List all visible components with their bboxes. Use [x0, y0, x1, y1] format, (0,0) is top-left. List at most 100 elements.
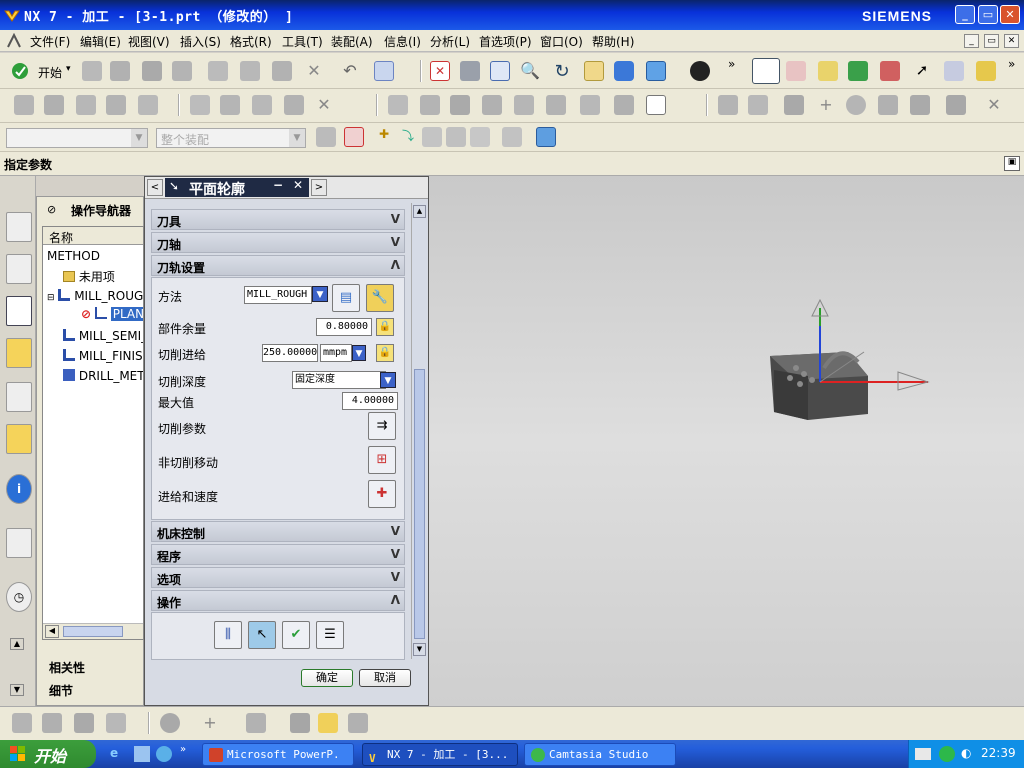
intersection-icon[interactable]: [446, 127, 466, 147]
stock-icon[interactable]: [318, 713, 338, 733]
chevron-down-icon[interactable]: ▼: [380, 372, 396, 388]
filter-icon[interactable]: [316, 127, 336, 147]
ok-button[interactable]: 确定: [301, 669, 353, 687]
fixture-icon[interactable]: [482, 95, 502, 115]
add-icon[interactable]: +: [200, 713, 220, 733]
lock-icon[interactable]: 🔒: [376, 344, 394, 362]
graphics-viewport[interactable]: [428, 176, 1024, 706]
collapse-icon[interactable]: ⊟: [47, 293, 55, 303]
pan-icon[interactable]: [584, 61, 604, 81]
generate-button[interactable]: ⫼: [214, 621, 242, 649]
back-icon[interactable]: <: [147, 179, 163, 196]
body-icon[interactable]: [784, 95, 804, 115]
method-select[interactable]: MILL_ROUGH: [244, 286, 312, 304]
shading-icon[interactable]: [690, 61, 710, 81]
wrench-icon[interactable]: 🔧: [366, 284, 394, 312]
verify-path-icon[interactable]: [284, 95, 304, 115]
start-button[interactable]: 开始: [38, 64, 62, 81]
block-icon[interactable]: [348, 713, 368, 733]
more-chevron-icon[interactable]: »: [728, 57, 735, 71]
menu-tools[interactable]: 工具(T): [282, 33, 323, 50]
section-tool[interactable]: 刀具 ᐯ: [151, 209, 405, 230]
postprocess-icon[interactable]: [388, 95, 408, 115]
transform-icon[interactable]: [878, 95, 898, 115]
constraint-navigator-tab[interactable]: [6, 254, 32, 284]
network-icon[interactable]: [939, 746, 955, 762]
more-chevron-icon[interactable]: »: [1008, 57, 1015, 71]
scroll-down-icon[interactable]: ▼: [10, 684, 24, 696]
lock-icon[interactable]: 🔒: [376, 318, 394, 336]
delete-path-icon[interactable]: ✕: [314, 95, 334, 115]
task-nx[interactable]: V NX 7 - 加工 - [3...: [362, 743, 518, 766]
section-path-settings[interactable]: 刀轨设置 ᐱ: [151, 255, 405, 276]
history-clock-icon[interactable]: ◷: [6, 582, 32, 612]
menu-view[interactable]: 视图(V): [128, 33, 170, 50]
keyboard-icon[interactable]: [915, 748, 931, 760]
list-item[interactable]: MILL_SEMI_FINISH: [63, 329, 143, 343]
flag-icon[interactable]: [580, 95, 600, 115]
list-path-icon[interactable]: [252, 95, 272, 115]
arc-center-icon[interactable]: [470, 127, 490, 147]
scroll-up-icon[interactable]: ▲: [10, 638, 24, 650]
section-program[interactable]: 程序 ᐯ: [151, 544, 405, 565]
replay-path-icon[interactable]: [220, 95, 240, 115]
selection-filter-icon[interactable]: [374, 61, 394, 81]
noncut-moves-button[interactable]: ⊞: [368, 446, 396, 474]
list-item[interactable]: DRILL_METHOD: [63, 369, 143, 383]
stock-input[interactable]: 0.80000: [316, 318, 372, 336]
section-tool-axis[interactable]: 刀轴 ᐯ: [151, 232, 405, 253]
measure-icon[interactable]: [818, 61, 838, 81]
add-icon[interactable]: +: [816, 95, 836, 115]
list-item[interactable]: 未用项: [63, 268, 115, 285]
wcs-icon[interactable]: [752, 58, 780, 84]
scroll-left-icon[interactable]: ◀: [45, 625, 59, 638]
select-icon[interactable]: [944, 61, 964, 81]
feeds-speeds-button[interactable]: ✚: [368, 480, 396, 508]
edge-icon[interactable]: [12, 713, 32, 733]
close-dialog-button[interactable]: ✕: [289, 178, 307, 197]
scroll-up-icon[interactable]: ▲: [413, 205, 426, 218]
replay-button[interactable]: ↖: [248, 621, 276, 649]
render-icon[interactable]: [614, 61, 634, 81]
layer-icon[interactable]: [976, 61, 996, 81]
copy-icon[interactable]: [240, 61, 260, 81]
print-icon[interactable]: [172, 61, 192, 81]
zoom-icon[interactable]: [490, 61, 510, 81]
max-input[interactable]: 4.00000: [342, 392, 398, 410]
cut-params-button[interactable]: ⇉: [368, 412, 396, 440]
maximize-icon[interactable]: ▣: [1004, 156, 1020, 171]
filter-select[interactable]: ▼: [6, 128, 148, 148]
section-machine-control[interactable]: 机床控制 ᐯ: [151, 521, 405, 542]
search-icon[interactable]: [846, 95, 866, 115]
section-options[interactable]: 选项 ᐯ: [151, 567, 405, 588]
cut-icon[interactable]: [208, 61, 228, 81]
fit-view-icon[interactable]: ✕: [430, 61, 450, 81]
doc-close-button[interactable]: ✕: [1004, 34, 1019, 48]
menu-analysis[interactable]: 分析(L): [430, 33, 470, 50]
chevron-down-icon[interactable]: ▼: [312, 286, 328, 302]
create-method-icon[interactable]: [106, 95, 126, 115]
close-button[interactable]: ✕: [1000, 5, 1020, 24]
list-item-selected[interactable]: ⊘ PLANAR_PROFILE: [81, 307, 143, 321]
assembly-navigator-tab[interactable]: [6, 212, 32, 242]
doc-minimize-button[interactable]: _: [964, 34, 979, 48]
scroll-thumb[interactable]: [414, 369, 425, 639]
menu-preferences[interactable]: 首选项(P): [479, 33, 532, 50]
operation-navigator-tab[interactable]: [6, 296, 32, 326]
create-tool-icon[interactable]: [44, 95, 64, 115]
feed-input[interactable]: 250.00000: [262, 344, 318, 362]
menu-assembly[interactable]: 装配(A): [331, 33, 373, 50]
grid-icon[interactable]: [106, 713, 126, 733]
depth-select[interactable]: 固定深度: [292, 371, 386, 389]
midpoint-icon[interactable]: ⤵: [398, 127, 418, 147]
edge-icon[interactable]: [718, 95, 738, 115]
chevron-down-icon[interactable]: ▾: [66, 64, 71, 74]
shop-doc-icon[interactable]: [420, 95, 440, 115]
ie-icon[interactable]: e: [110, 746, 126, 762]
gear-icon[interactable]: [160, 713, 180, 733]
hd3d-tools-tab[interactable]: [6, 424, 32, 454]
assembly-select[interactable]: 整个装配 ▼: [156, 128, 306, 148]
section-details[interactable]: 细节: [49, 682, 73, 699]
new-file-icon[interactable]: [82, 61, 102, 81]
tree-icon[interactable]: [42, 713, 62, 733]
